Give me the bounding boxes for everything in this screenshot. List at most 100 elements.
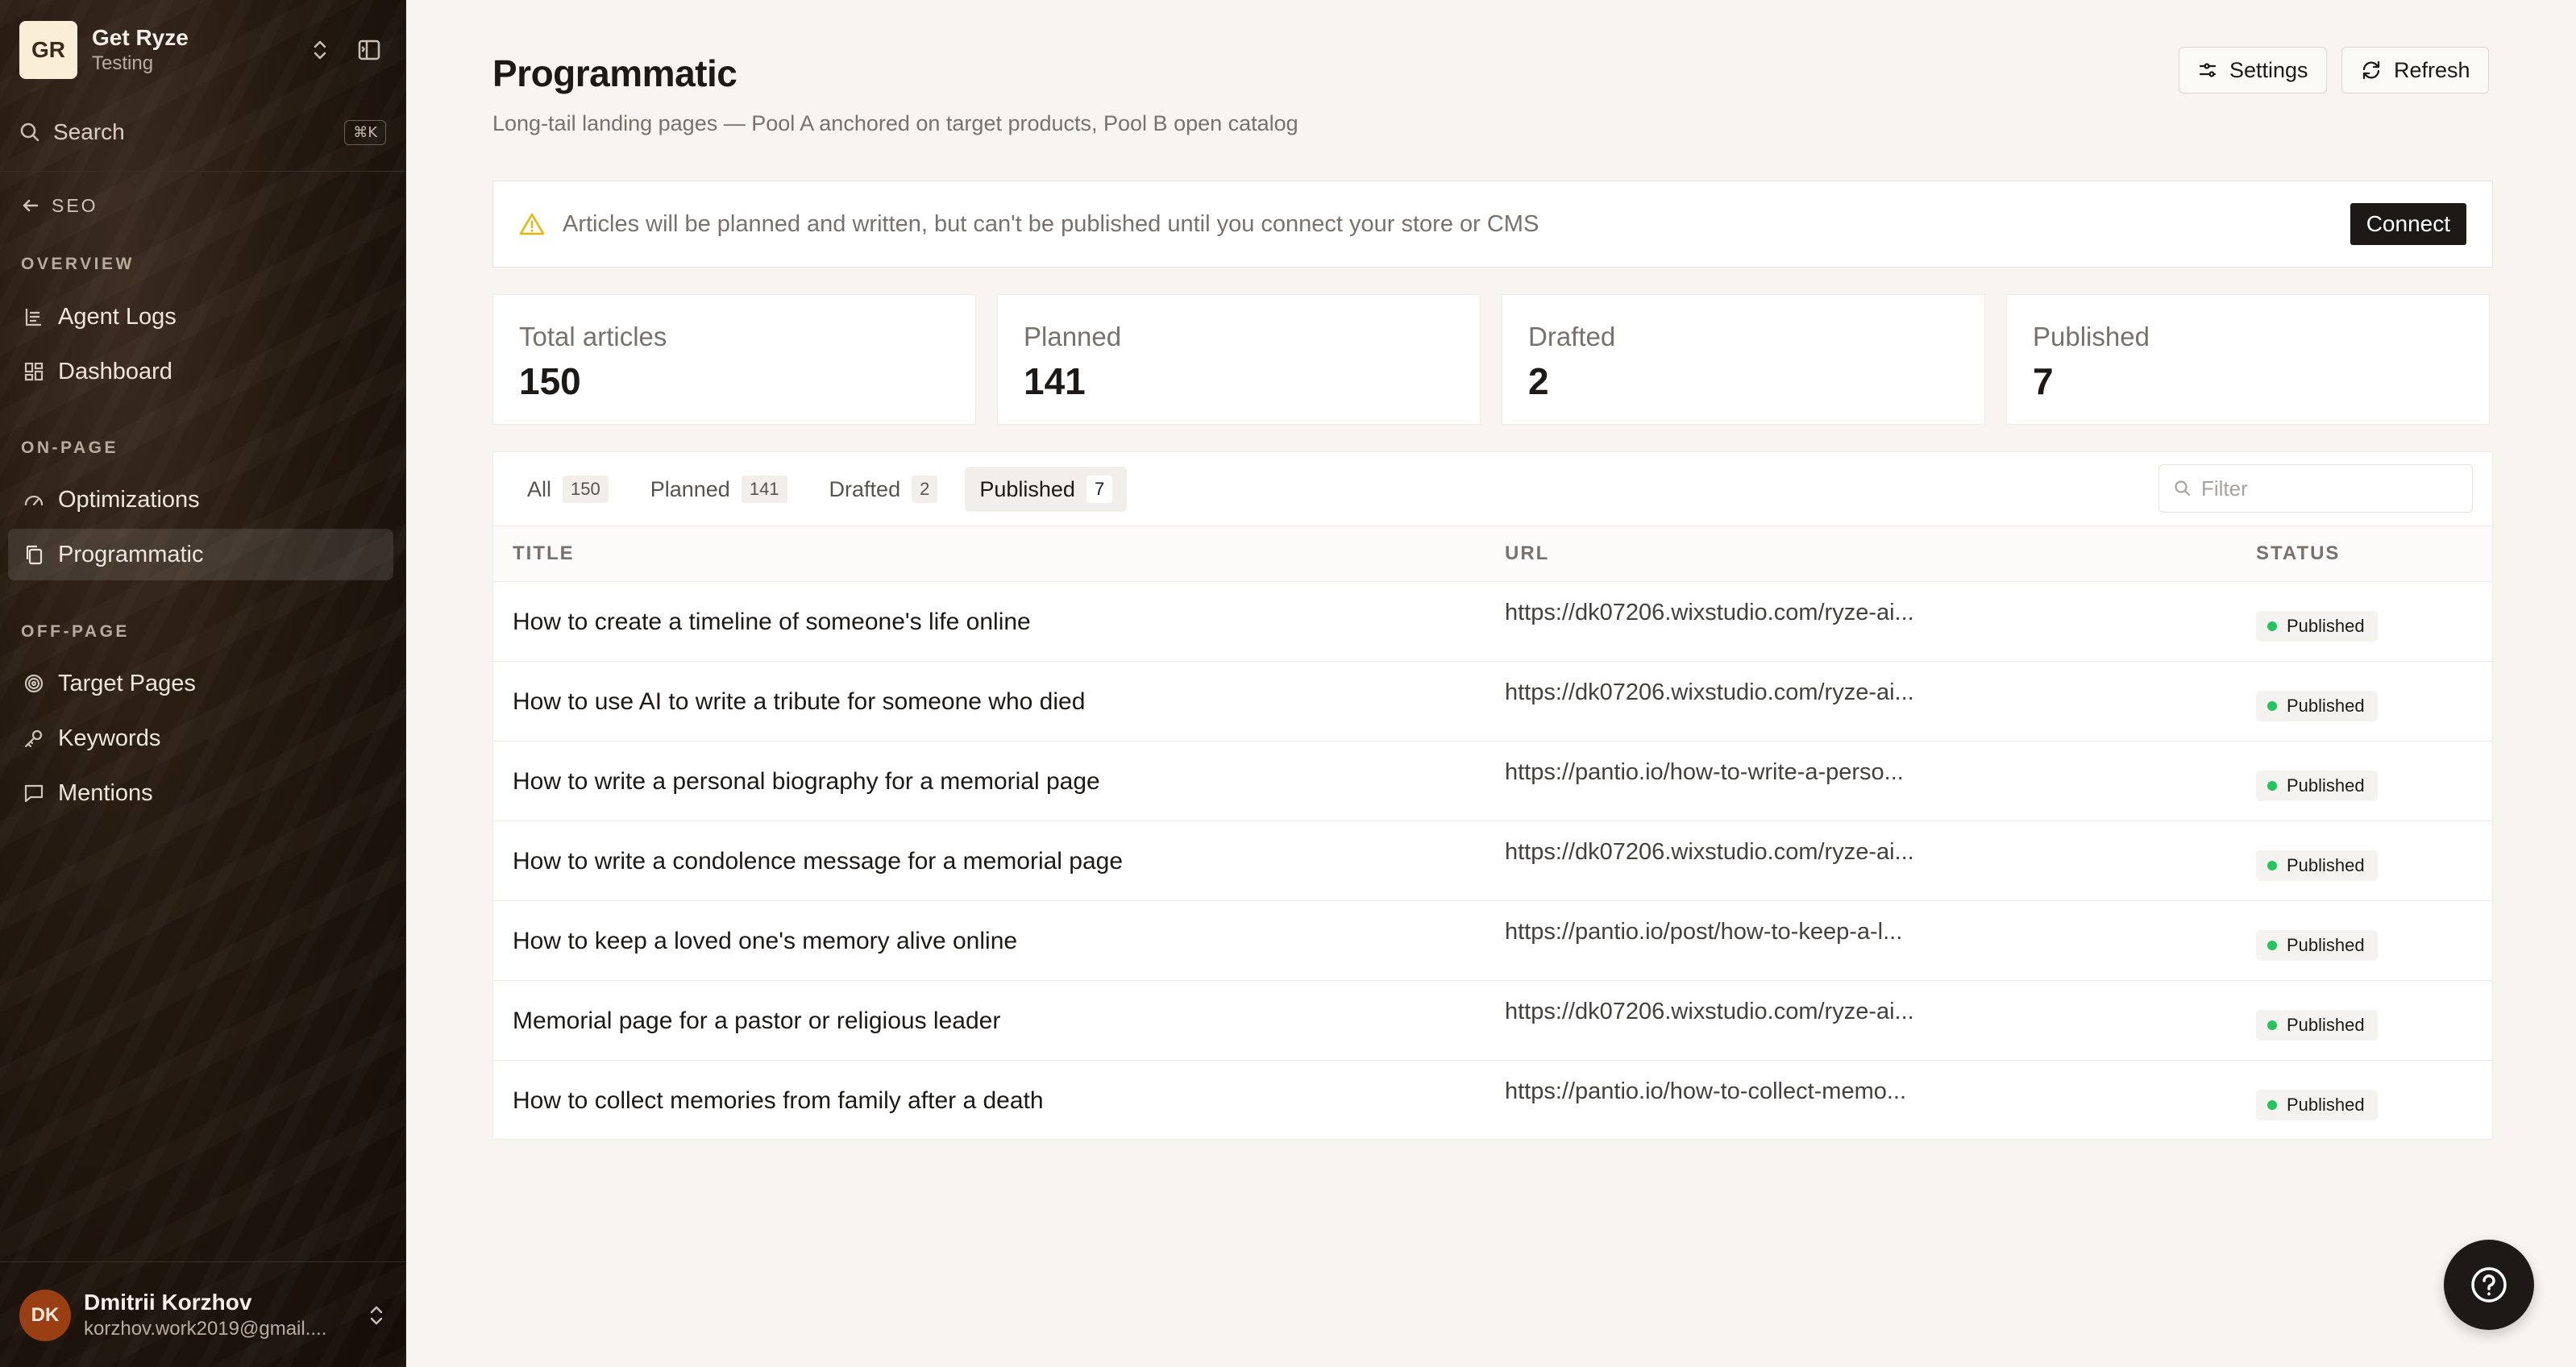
sidebar-search[interactable]: Search ⌘K — [19, 113, 386, 152]
user-email: korzhov.work2019@gmail.... — [84, 1318, 327, 1340]
tab-label: All — [527, 476, 552, 501]
sidebar-item-mentions[interactable]: Mentions — [8, 767, 393, 819]
refresh-icon — [2360, 59, 2383, 81]
main-content: Programmatic Long-tail landing pages — P… — [406, 0, 2576, 1367]
status-label: Published — [2287, 616, 2365, 636]
stat-label: Published — [2033, 322, 2150, 351]
tab-count: 150 — [563, 476, 609, 503]
sidebar-item-label: Agent Logs — [58, 303, 177, 330]
status-badge: Published — [2256, 1010, 2378, 1041]
status-badge: Published — [2256, 1090, 2378, 1120]
chevrons-up-down-icon[interactable] — [367, 1303, 386, 1328]
stat-card-published: Published 7 — [2006, 294, 2490, 425]
table-row[interactable]: Memorial page for a pastor or religious … — [493, 981, 2492, 1061]
status-dot — [2267, 701, 2277, 711]
filter-field[interactable] — [2158, 464, 2473, 513]
user-menu[interactable]: DK Dmitrii Korzhov korzhov.work2019@gmai… — [19, 1280, 386, 1351]
status-label: Published — [2287, 775, 2365, 796]
workspace-info: Get Ryze Testing — [92, 24, 310, 76]
settings-button[interactable]: Settings — [2179, 47, 2327, 93]
tab-label: Published — [979, 476, 1075, 501]
refresh-button[interactable]: Refresh — [2341, 47, 2489, 93]
divider — [0, 171, 405, 172]
row-title[interactable]: Memorial page for a pastor or religious … — [513, 981, 1000, 1061]
table-row[interactable]: How to collect memories from family afte… — [493, 1061, 2492, 1141]
column-header-title[interactable]: TITLE — [513, 526, 575, 581]
sidebar-item-target-pages[interactable]: Target Pages — [8, 658, 393, 709]
table-row[interactable]: How to use AI to write a tribute for som… — [493, 662, 2492, 742]
stat-value: 150 — [519, 360, 581, 402]
status-badge: Published — [2256, 611, 2378, 642]
stat-card-planned: Planned 141 — [997, 294, 1481, 425]
sidebar-item-programmatic[interactable]: Programmatic — [8, 529, 393, 580]
filter-input[interactable] — [2201, 476, 2459, 501]
column-header-url[interactable]: URL — [1505, 526, 1549, 581]
status-label: Published — [2287, 1015, 2365, 1035]
tab-label: Drafted — [829, 476, 901, 501]
tab-all[interactable]: All 150 — [513, 467, 623, 512]
row-title[interactable]: How to keep a loved one's memory alive o… — [513, 901, 1017, 981]
sidebar: GR Get Ryze Testing Search ⌘K SEO OVERVI… — [0, 0, 406, 1367]
settings-label: Settings — [2229, 57, 2308, 82]
row-title[interactable]: How to use AI to write a tribute for som… — [513, 662, 1085, 742]
section-title-off-page: OFF-PAGE — [21, 622, 130, 641]
sidebar-item-label: Mentions — [58, 779, 153, 806]
gauge-icon — [23, 488, 45, 511]
row-url[interactable]: https://dk07206.wixstudio.com/ryze-ai... — [1505, 600, 1960, 626]
workspace-subtitle: Testing — [92, 52, 154, 74]
row-url[interactable]: https://dk07206.wixstudio.com/ryze-ai... — [1505, 999, 1960, 1025]
sidebar-toggle-icon[interactable] — [357, 38, 381, 62]
banner-message: Articles will be planned and written, bu… — [563, 210, 1539, 237]
status-label: Published — [2287, 1095, 2365, 1115]
help-button[interactable] — [2444, 1240, 2534, 1330]
warning-icon — [519, 212, 545, 236]
table-row[interactable]: How to write a condolence message for a … — [493, 821, 2492, 901]
tab-published[interactable]: Published 7 — [965, 467, 1128, 512]
row-url[interactable]: https://pantio.io/post/how-to-keep-a-l..… — [1505, 919, 1960, 945]
sidebar-item-label: Programmatic — [58, 541, 204, 567]
row-title[interactable]: How to write a personal biography for a … — [513, 742, 1100, 821]
user-info: Dmitrii Korzhov korzhov.work2019@gmail..… — [84, 1289, 367, 1342]
status-dot — [2267, 781, 2277, 791]
table-header: TITLE URL STATUS — [493, 526, 2492, 582]
sidebar-item-agent-logs[interactable]: Agent Logs — [8, 291, 393, 343]
column-header-status[interactable]: STATUS — [2256, 526, 2340, 581]
row-url[interactable]: https://dk07206.wixstudio.com/ryze-ai... — [1505, 839, 1960, 866]
workspace-name: Get Ryze — [92, 25, 189, 50]
tab-count: 7 — [1086, 476, 1113, 503]
table-row[interactable]: How to create a timeline of someone's li… — [493, 582, 2492, 662]
row-title[interactable]: How to create a timeline of someone's li… — [513, 582, 1031, 662]
status-dot — [2267, 1020, 2277, 1030]
table-row[interactable]: How to keep a loved one's memory alive o… — [493, 901, 2492, 981]
status-badge: Published — [2256, 771, 2378, 801]
row-url[interactable]: https://pantio.io/how-to-write-a-perso..… — [1505, 759, 1960, 786]
sidebar-item-label: Keywords — [58, 725, 161, 751]
tab-count: 141 — [741, 476, 787, 503]
tab-drafted[interactable]: Drafted 2 — [815, 467, 953, 512]
status-dot — [2267, 941, 2277, 950]
sliders-icon — [2197, 60, 2218, 81]
workspace-switcher[interactable]: GR Get Ryze Testing — [19, 21, 386, 79]
row-title[interactable]: How to collect memories from family afte… — [513, 1061, 1044, 1141]
table-row[interactable]: How to write a personal biography for a … — [493, 742, 2492, 821]
sidebar-item-keywords[interactable]: Keywords — [8, 713, 393, 764]
chevrons-up-down-icon[interactable] — [310, 38, 330, 62]
search-icon — [2174, 480, 2192, 497]
search-label: Search — [53, 119, 125, 144]
back-label: SEO — [52, 194, 98, 216]
sidebar-item-label: Optimizations — [58, 486, 200, 513]
sidebar-item-dashboard[interactable]: Dashboard — [8, 346, 393, 397]
row-url[interactable]: https://dk07206.wixstudio.com/ryze-ai... — [1505, 679, 1960, 706]
row-url[interactable]: https://pantio.io/how-to-collect-memo... — [1505, 1078, 1960, 1105]
arrow-left-icon — [21, 196, 40, 215]
row-title[interactable]: How to write a condolence message for a … — [513, 821, 1123, 901]
status-badge: Published — [2256, 850, 2378, 881]
back-to-seo-link[interactable]: SEO — [21, 192, 98, 219]
sidebar-item-optimizations[interactable]: Optimizations — [8, 474, 393, 526]
connect-button[interactable]: Connect — [2350, 203, 2466, 245]
copy-icon — [23, 543, 45, 566]
refresh-label: Refresh — [2394, 57, 2470, 82]
tab-planned[interactable]: Planned 141 — [636, 467, 802, 512]
sidebar-item-label: Dashboard — [58, 358, 172, 384]
section-title-overview: OVERVIEW — [21, 255, 135, 273]
